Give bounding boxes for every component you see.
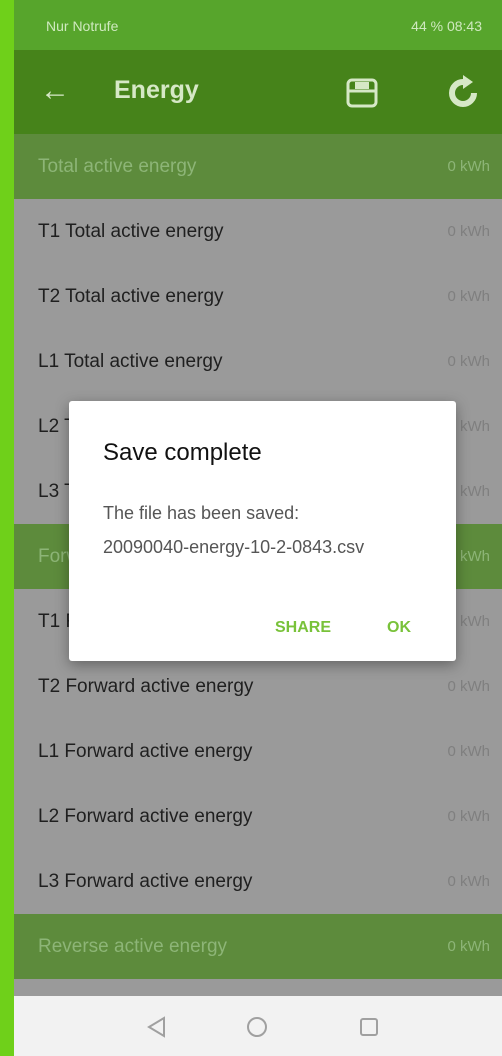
triangle-back-icon[interactable] [142, 1012, 172, 1042]
list-item[interactable]: L2 Forward active energy 0 kWh [14, 784, 502, 850]
list-item[interactable]: L3 Forward active energy 0 kWh [14, 849, 502, 915]
row-value: 0 kWh [447, 353, 490, 370]
dialog-title: Save complete [103, 439, 262, 466]
ok-button[interactable]: OK [387, 619, 411, 637]
row-label: T1 Total active energy [38, 221, 224, 242]
refresh-icon[interactable] [444, 74, 482, 112]
list-item[interactable]: T1 Total active energy 0 kWh [14, 199, 502, 265]
row-label: Total active energy [38, 156, 197, 177]
save-complete-dialog: Save complete The file has been saved: 2… [69, 401, 456, 661]
row-label: T2 Total active energy [38, 286, 224, 307]
status-left-text: Nur Notrufe [46, 18, 119, 34]
row-label: L1 Total active energy [38, 351, 223, 372]
section-header[interactable]: Total active energy 0 kWh [14, 134, 502, 199]
row-value: 0 kWh [447, 808, 490, 825]
share-button[interactable]: SHARE [275, 619, 331, 637]
save-icon[interactable] [346, 78, 378, 108]
row-label: Reverse active energy [38, 936, 228, 957]
row-value: 0 kWh [447, 938, 490, 955]
list-item[interactable]: L1 Total active energy 0 kWh [14, 329, 502, 395]
dialog-message: The file has been saved: [103, 503, 300, 523]
circle-home-icon[interactable] [242, 1012, 272, 1042]
row-label: L1 Forward active energy [38, 741, 253, 762]
section-header[interactable]: Reverse active energy 0 kWh [14, 914, 502, 979]
row-value: 0 kWh [447, 873, 490, 890]
row-label: L2 Forward active energy [38, 806, 253, 827]
row-value: 0 kWh [447, 743, 490, 760]
list-item[interactable]: T2 Total active energy 0 kWh [14, 264, 502, 330]
row-value: 0 kWh [447, 288, 490, 305]
app-bar: ← Energy [14, 50, 502, 134]
list-item[interactable]: T2 Forward active energy 0 kWh [14, 654, 502, 720]
screen: Nur Notrufe 44 % 08:43 ← Energy Total ac… [0, 0, 502, 1056]
row-value: 0 kWh [447, 223, 490, 240]
row-label: L3 Forward active energy [38, 871, 253, 892]
square-recents-icon[interactable] [354, 1012, 384, 1042]
row-value: 0 kWh [447, 158, 490, 175]
dialog-filename: 20090040-energy-10-2-0843.csv [103, 537, 365, 557]
list-item[interactable]: L1 Forward active energy 0 kWh [14, 719, 502, 785]
row-label: T2 Forward active energy [38, 676, 254, 697]
arrow-left-icon[interactable]: ← [40, 74, 70, 108]
status-right-text: 44 % 08:43 [411, 18, 482, 34]
page-title: Energy [114, 76, 199, 104]
left-edge-border [0, 0, 14, 1056]
status-bar: Nur Notrufe 44 % 08:43 [14, 0, 502, 50]
navigation-bar [14, 996, 502, 1056]
row-value: 0 kWh [447, 678, 490, 695]
